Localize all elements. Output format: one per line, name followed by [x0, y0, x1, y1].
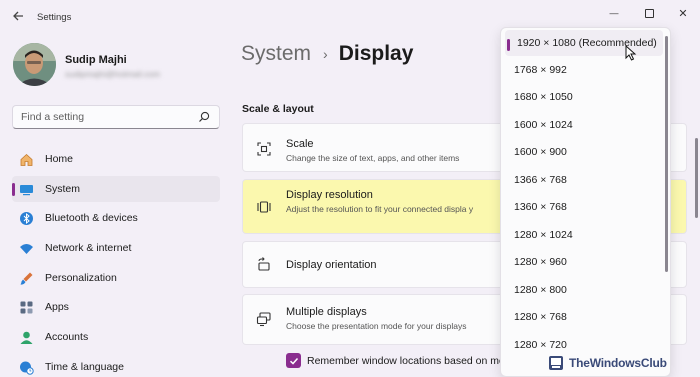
title-bar: Settings — ✕ — [0, 0, 700, 30]
mouse-cursor-icon — [625, 45, 637, 61]
sidebar-item-system[interactable]: System — [12, 176, 220, 202]
multiple-displays-icon — [256, 312, 271, 327]
home-icon — [20, 153, 33, 166]
resolution-option-label: 1280 × 768 — [514, 311, 567, 323]
system-icon — [20, 185, 33, 196]
resolution-option[interactable]: 1280 × 960 — [505, 249, 663, 275]
wifi-icon — [20, 244, 33, 254]
resolution-option-label: 1366 × 768 — [514, 174, 567, 186]
sidebar-item-bluetooth[interactable]: Bluetooth & devices — [12, 205, 220, 231]
globe-clock-icon — [20, 361, 34, 375]
page-title: Display — [338, 42, 414, 65]
card-title: Display orientation — [286, 259, 377, 271]
apps-icon — [20, 301, 33, 314]
resolution-option[interactable]: 1600 × 1024 — [505, 112, 663, 138]
avatar-image — [13, 43, 56, 86]
resolution-option[interactable]: 1768 × 992 — [505, 57, 663, 83]
sidebar-item-network[interactable]: Network & internet — [12, 235, 220, 261]
back-arrow-icon — [13, 11, 23, 21]
resolution-option-label: 1280 × 960 — [514, 256, 567, 268]
resolution-icon — [257, 201, 271, 213]
selection-indicator — [507, 39, 510, 51]
resolution-option-label: 1280 × 720 — [514, 339, 567, 351]
sidebar-item-label: Apps — [45, 301, 69, 313]
resolution-option[interactable]: 1360 × 768 — [505, 194, 663, 220]
search-box — [12, 105, 220, 129]
accounts-icon — [20, 331, 33, 344]
resolution-option-label: 1600 × 900 — [514, 146, 567, 158]
card-title: Scale — [286, 138, 314, 150]
avatar[interactable] — [13, 43, 56, 86]
close-button[interactable]: ✕ — [672, 4, 694, 22]
section-title: Scale & layout — [242, 103, 314, 115]
orientation-icon — [258, 257, 270, 271]
search-icon[interactable] — [198, 111, 210, 123]
minimize-button[interactable]: — — [603, 4, 625, 22]
resolution-option[interactable]: 1280 × 1024 — [505, 222, 663, 248]
main-scrollbar[interactable] — [695, 138, 698, 218]
watermark: TheWindowsClub — [548, 352, 698, 374]
resolution-option[interactable]: 1366 × 768 — [505, 167, 663, 193]
maximize-button[interactable] — [638, 4, 660, 22]
card-subtitle: Change the size of text, apps, and other… — [286, 153, 460, 163]
sidebar-item-home[interactable]: Home — [12, 146, 220, 172]
resolution-option-label: 1360 × 768 — [514, 201, 567, 213]
sidebar-item-apps[interactable]: Apps — [12, 294, 220, 320]
user-email: sudipmajhi@hotmail.com — [65, 69, 161, 79]
back-button[interactable] — [8, 6, 28, 26]
sidebar-item-label: Accounts — [45, 331, 89, 343]
sidebar-item-label: Network & internet — [45, 242, 132, 254]
watermark-logo-icon — [549, 356, 563, 370]
resolution-option-label: 1680 × 1050 — [514, 91, 573, 103]
maximize-icon — [644, 8, 654, 18]
card-subtitle: Choose the presentation mode for your di… — [286, 321, 467, 331]
sidebar-item-label: Bluetooth & devices — [45, 212, 138, 224]
selection-indicator — [12, 183, 15, 196]
card-subtitle: Adjust the resolution to fit your connec… — [286, 204, 474, 214]
resolution-option-label: 1768 × 992 — [514, 64, 567, 76]
resolution-dropdown: 1920 × 1080 (Recommended) 1768 × 992 168… — [500, 27, 671, 377]
sidebar-item-time-language[interactable]: Time & language — [12, 354, 220, 377]
breadcrumb-parent[interactable]: System — [241, 42, 311, 66]
sidebar-item-personalization[interactable]: Personalization — [12, 265, 220, 291]
search-input[interactable] — [21, 106, 201, 128]
resolution-option[interactable]: 1280 × 800 — [505, 277, 663, 303]
app-title: Settings — [37, 12, 72, 23]
resolution-option-selected[interactable]: 1920 × 1080 (Recommended) — [505, 30, 663, 56]
bluetooth-icon — [20, 212, 33, 225]
minimize-icon: — — [609, 8, 619, 18]
user-name: Sudip Majhi — [65, 54, 127, 66]
card-title: Multiple displays — [286, 306, 367, 318]
brush-icon — [20, 272, 33, 285]
resolution-option-label: 1280 × 1024 — [514, 229, 573, 241]
remember-window-locations-checkbox[interactable] — [286, 353, 301, 368]
scale-icon — [257, 142, 271, 156]
sidebar-item-label: Home — [45, 153, 74, 165]
sidebar-item-label: Time & language — [45, 361, 124, 373]
close-icon: ✕ — [678, 7, 688, 20]
resolution-option-label: 1280 × 800 — [514, 284, 567, 296]
sidebar-item-label: Personalization — [45, 272, 117, 284]
watermark-text: TheWindowsClub — [569, 356, 667, 370]
dropdown-scrollbar[interactable] — [665, 36, 668, 272]
resolution-option-label: 1600 × 1024 — [514, 119, 573, 131]
resolution-option[interactable]: 1280 × 768 — [505, 304, 663, 330]
sidebar-item-label: System — [45, 183, 81, 195]
breadcrumb-separator-icon: › — [323, 46, 328, 62]
breadcrumb: System › Display — [241, 42, 413, 66]
sidebar-item-accounts[interactable]: Accounts — [12, 324, 220, 350]
card-title: Display resolution — [286, 189, 373, 201]
checkmark-icon — [289, 357, 298, 365]
resolution-option[interactable]: 1600 × 900 — [505, 139, 663, 165]
resolution-option[interactable]: 1680 × 1050 — [505, 84, 663, 110]
